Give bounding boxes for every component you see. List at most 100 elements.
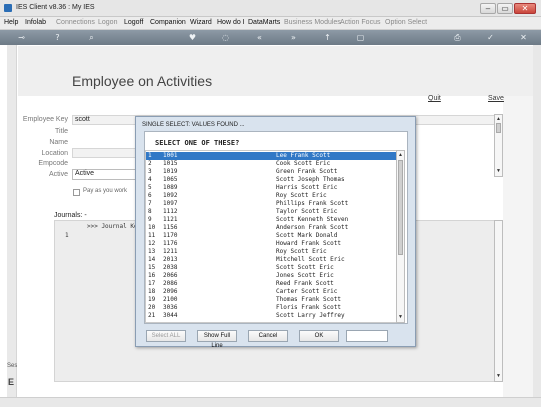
active-label: Active [48, 171, 68, 178]
list-item-code: 1092 [163, 192, 178, 199]
location-field[interactable] [72, 148, 138, 158]
list-item[interactable]: 18 2096 Carter Scott Eric [146, 288, 396, 296]
list-item[interactable]: 16 2066 Jones Scott Eric [146, 272, 396, 280]
list-item-n: 6 [148, 192, 152, 199]
list-item[interactable]: 4 1065 Scott Joseph Thomas [146, 176, 396, 184]
journals-label: Journals: - [54, 212, 87, 219]
list-item-n: 20 [148, 304, 156, 311]
list-item[interactable]: 12 1176 Howard Frank Scott [146, 240, 396, 248]
dialog-input-field[interactable] [346, 330, 388, 342]
list-item-code: 2096 [163, 288, 178, 295]
close-icon[interactable]: ✕ [518, 32, 529, 43]
list-item-n: 15 [148, 264, 156, 271]
list-scroll-up-icon[interactable]: ▲ [397, 152, 404, 159]
check-icon[interactable]: ✓ [485, 32, 496, 43]
right-rail [503, 96, 533, 397]
menu-connections[interactable]: Connections [56, 19, 95, 26]
list-item-name: Scott Scott Eric [276, 264, 334, 271]
list-scroll-down-icon[interactable]: ▼ [397, 314, 404, 321]
menu-how-do-i[interactable]: How do I [217, 19, 245, 26]
list-item[interactable]: 20 3036 Floris Frank Scott [146, 304, 396, 312]
list-item[interactable]: 8 1112 Taylor Scott Eric [146, 208, 396, 216]
key-icon[interactable]: ⊸ [16, 32, 27, 43]
list-item-name: Mitchell Scott Eric [276, 256, 345, 263]
heart-icon[interactable]: ♥ [187, 32, 198, 43]
list-item[interactable]: 15 2038 Scott Scott Eric [146, 264, 396, 272]
list-item-code: 1121 [163, 216, 178, 223]
list-item-name: Reed Frank Scott [276, 280, 334, 287]
menu-companion[interactable]: Companion [150, 19, 186, 26]
ok-button[interactable]: OK [299, 330, 339, 342]
name-label: Name [49, 139, 68, 146]
list-item-code: 3036 [163, 304, 178, 311]
menu-logon[interactable]: Logon [98, 19, 117, 26]
list-item[interactable]: 1 1001 Lee Frank Scott [146, 152, 396, 160]
dialog-title: SINGLE SELECT: VALUES FOUND ... [142, 122, 245, 128]
show-full-line-button[interactable]: Show Full Line [197, 330, 237, 349]
help-icon[interactable]: ? [52, 32, 63, 43]
form-scrollbar[interactable]: ▲ ▼ [494, 114, 503, 177]
maximize-button[interactable]: ▭ [497, 3, 513, 14]
scroll-down-icon[interactable]: ▼ [495, 168, 502, 175]
left-strip-label: Ses [7, 363, 18, 369]
menu-datamarts[interactable]: DataMarts [248, 19, 280, 26]
journals-scroll-down-icon[interactable]: ▼ [495, 373, 502, 380]
select-all-button[interactable]: Select ALL [146, 330, 186, 342]
menu-action-focus[interactable]: Action Focus [340, 19, 380, 26]
refresh-icon[interactable]: ◌ [220, 32, 231, 43]
list-item-code: 2100 [163, 296, 178, 303]
list-item-name: Jones Scott Eric [276, 272, 334, 279]
active-select[interactable]: Active [72, 169, 138, 180]
menu-business-modules[interactable]: Business Modules [284, 19, 341, 26]
back-icon[interactable]: « [254, 32, 265, 43]
window-close-button[interactable]: ✕ [514, 3, 536, 14]
menu-wizard[interactable]: Wizard [190, 19, 212, 26]
stop-icon[interactable]: ▢ [355, 32, 366, 43]
list-scrollbar[interactable]: ▲ ▼ [396, 150, 405, 323]
list-scroll-thumb[interactable] [398, 160, 403, 255]
cancel-button[interactable]: Cancel [248, 330, 288, 342]
scroll-thumb[interactable] [496, 123, 501, 133]
list-item-name: Scott Kenneth Steven [276, 216, 349, 223]
list-item-name: Harris Scott Eric [276, 184, 338, 191]
journals-scrollbar[interactable]: ▼ [494, 220, 503, 382]
scroll-up-icon[interactable]: ▲ [495, 116, 502, 123]
status-bar [0, 397, 541, 407]
list-item[interactable]: 14 2013 Mitchell Scott Eric [146, 256, 396, 264]
save-link[interactable]: Save [488, 95, 504, 102]
selection-list[interactable]: 1 1001 Lee Frank Scott 2 1015 Cook Scott Eric… [145, 150, 397, 323]
search-icon[interactable]: ⌕ [86, 32, 97, 43]
list-item[interactable]: 10 1156 Anderson Frank Scott [146, 224, 396, 232]
list-item-name: Scott Mark Donald [276, 232, 338, 239]
menu-infolab[interactable]: Infolab [25, 19, 46, 26]
quit-link[interactable]: Quit [428, 95, 441, 102]
up-icon[interactable]: ↑ [322, 32, 333, 43]
list-item[interactable]: 17 2086 Reed Frank Scott [146, 280, 396, 288]
list-item-code: 1019 [163, 168, 178, 175]
list-item[interactable]: 19 2100 Thomas Frank Scott [146, 296, 396, 304]
list-item[interactable]: 11 1170 Scott Mark Donald [146, 232, 396, 240]
list-item[interactable]: 7 1097 Phillips Frank Scott [146, 200, 396, 208]
menu-logoff[interactable]: Logoff [124, 19, 143, 26]
list-item[interactable]: 3 1019 Green Frank Scott [146, 168, 396, 176]
list-item[interactable]: 21 3044 Scott Larry Jeffrey [146, 312, 396, 320]
list-item-name: Taylor Scott Eric [276, 208, 338, 215]
list-item[interactable]: 2 1015 Cook Scott Eric [146, 160, 396, 168]
list-item-name: Green Frank Scott [276, 168, 338, 175]
menu-help[interactable]: Help [4, 19, 18, 26]
menu-option-select[interactable]: Option Select [385, 19, 427, 26]
list-item-code: 1065 [163, 176, 178, 183]
list-item-n: 8 [148, 208, 152, 215]
pay-as-you-work-checkbox[interactable] [73, 189, 80, 196]
print-icon[interactable]: ⎙ [452, 32, 463, 43]
list-item[interactable]: 6 1092 Roy Scott Eric [146, 192, 396, 200]
list-item-code: 1015 [163, 160, 178, 167]
list-item[interactable]: 9 1121 Scott Kenneth Steven [146, 216, 396, 224]
list-item-n: 21 [148, 312, 156, 319]
forward-icon[interactable]: » [288, 32, 299, 43]
window-title: IES Client v8.36 : My IES [16, 4, 95, 11]
list-item[interactable]: 5 1089 Harris Scott Eric [146, 184, 396, 192]
minimize-button[interactable]: – [480, 3, 496, 14]
list-item[interactable]: 13 1211 Roy Scott Eric [146, 248, 396, 256]
list-item-n: 16 [148, 272, 156, 279]
